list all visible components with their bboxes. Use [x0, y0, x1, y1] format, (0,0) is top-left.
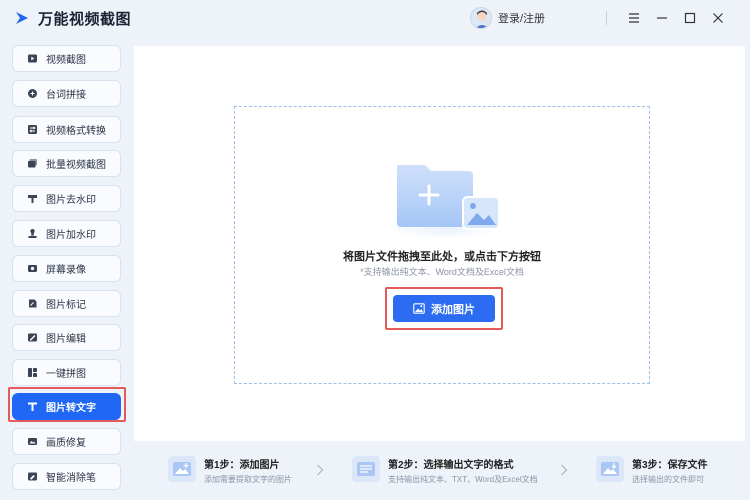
sidebar-item-add-watermark[interactable]: 图片加水印 [12, 220, 121, 247]
close-icon[interactable] [708, 8, 728, 28]
step-title: 第1步：添加图片 [204, 460, 280, 471]
format-convert-icon [27, 124, 38, 135]
sidebar-item-collage[interactable]: 一键拼图 [12, 359, 121, 386]
sidebar-item-label: 批量视频截图 [46, 160, 106, 171]
video-screenshot-icon [27, 53, 38, 64]
sidebar-item-label: 图片标记 [46, 300, 86, 311]
drop-subtitle: *支持输出纯文本、Word文档及Excel文档 [360, 267, 524, 277]
sidebar-item-image-edit[interactable]: 图片编辑 [12, 324, 121, 351]
add-watermark-icon [27, 228, 38, 239]
minimize-icon[interactable] [652, 8, 672, 28]
avatar [470, 7, 492, 29]
title-divider [606, 11, 607, 25]
sidebar-item-label: 视频截图 [46, 55, 86, 66]
image-mark-icon [27, 298, 38, 309]
step-title: 第2步：选择输出文字的格式 [388, 460, 514, 471]
sidebar-item-label: 图片去水印 [46, 195, 96, 206]
steps-bar: 第1步：添加图片 添加需要提取文字的图片 第2步：选择输出文字的格式 支持输出纯… [134, 442, 750, 500]
step-2: 第2步：选择输出文字的格式 支持输出纯文本、TXT、Word及Excel文档 [352, 456, 538, 490]
sidebar-item-batch-screenshot[interactable]: 批量视频截图 [12, 150, 121, 177]
app-title: 万能视频截图 [38, 11, 132, 28]
step-desc: 添加需要提取文字的图片 [204, 475, 292, 484]
image-edit-icon [27, 332, 38, 343]
chevron-right-icon [561, 464, 568, 476]
add-image-button[interactable]: 添加图片 [393, 295, 495, 322]
chevron-right-icon [317, 464, 324, 476]
image-icon [413, 303, 425, 314]
step-title: 第3步：保存文件 [632, 460, 708, 471]
drop-title: 将图片文件拖拽至此处，或点击下方按钮 [343, 251, 541, 263]
title-bar: 万能视频截图 登录/注册 [0, 0, 750, 36]
sidebar-item-label: 画质修复 [46, 438, 86, 449]
sidebar-item-label: 智能消除笔 [46, 473, 96, 484]
sidebar-item-image-to-text[interactable]: 图片转文字 [12, 393, 121, 420]
add-image-step-icon [168, 456, 196, 482]
app-logo-icon [16, 12, 28, 24]
sidebar-item-label: 图片加水印 [46, 230, 96, 241]
sidebar-item-remove-watermark[interactable]: 图片去水印 [12, 185, 121, 212]
eraser-pen-icon [27, 471, 38, 482]
quality-repair-icon [27, 436, 38, 447]
drop-zone[interactable]: 将图片文件拖拽至此处，或点击下方按钮 *支持输出纯文本、Word文档及Excel… [234, 106, 650, 384]
sidebar-item-quality-repair[interactable]: 画质修复 [12, 428, 121, 455]
sidebar-item-subtitle-stitch[interactable]: 台词拼接 [12, 80, 121, 107]
step-desc: 支持输出纯文本、TXT、Word及Excel文档 [388, 475, 538, 484]
format-list-step-icon [352, 456, 380, 482]
sidebar-item-format-convert[interactable]: 视频格式转换 [12, 116, 121, 143]
sidebar-item-screen-record[interactable]: 屏幕录像 [12, 255, 121, 282]
login-button[interactable]: 登录/注册 [470, 6, 545, 30]
sidebar-item-label: 图片编辑 [46, 334, 86, 345]
add-image-label: 添加图片 [431, 303, 475, 316]
save-file-step-icon [596, 456, 624, 482]
main-panel: 将图片文件拖拽至此处，或点击下方按钮 *支持输出纯文本、Word文档及Excel… [134, 46, 745, 441]
menu-icon[interactable] [624, 8, 644, 28]
sidebar-item-label: 屏幕录像 [46, 265, 86, 276]
step-1: 第1步：添加图片 添加需要提取文字的图片 [168, 456, 292, 490]
login-label: 登录/注册 [498, 13, 546, 25]
screen-record-icon [27, 263, 38, 274]
sidebar-item-image-mark[interactable]: 图片标记 [12, 290, 121, 317]
add-button-highlight-frame: 添加图片 [385, 287, 503, 330]
sidebar-item-video-screenshot[interactable]: 视频截图 [12, 45, 121, 72]
sidebar-item-eraser-pen[interactable]: 智能消除笔 [12, 463, 121, 490]
sidebar: 视频截图 台词拼接 视频格式转换 批量视频截图 图片去水印 图片加水印 屏幕录像… [0, 36, 134, 500]
subtitle-stitch-icon [27, 88, 38, 99]
remove-watermark-icon [27, 193, 38, 204]
collage-icon [27, 367, 38, 378]
sidebar-item-label: 台词拼接 [46, 90, 86, 101]
text-t-icon [27, 401, 38, 412]
step-3: 第3步：保存文件 选择输出的文件即可 [596, 456, 708, 490]
sidebar-item-label: 一键拼图 [46, 369, 86, 380]
batch-screenshot-icon [27, 158, 38, 169]
sidebar-item-label: 视频格式转换 [46, 126, 106, 137]
maximize-icon[interactable] [680, 8, 700, 28]
add-folder-illustration-icon [387, 165, 503, 237]
sidebar-item-label: 图片转文字 [46, 403, 96, 414]
step-desc: 选择输出的文件即可 [632, 475, 704, 484]
